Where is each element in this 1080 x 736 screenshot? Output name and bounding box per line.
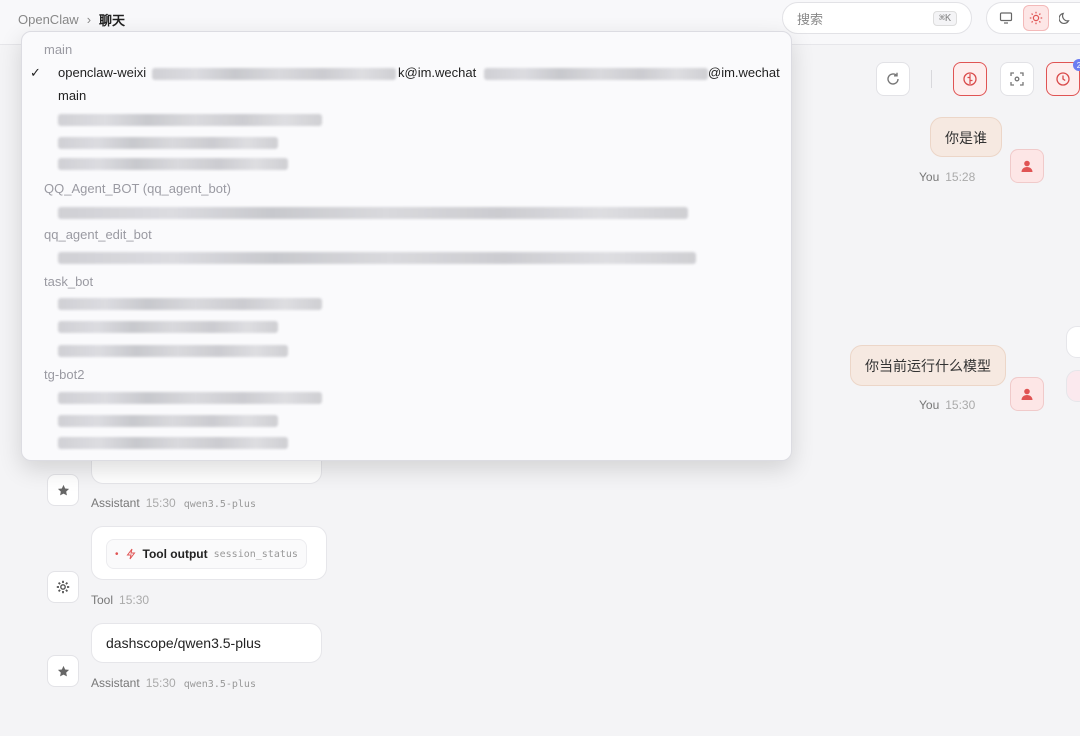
gear-icon	[56, 580, 70, 594]
message-text: 你是谁	[945, 130, 987, 146]
session-select-dropdown[interactable]: main ✓ openclaw-weixi k@im.wechat @im.we…	[21, 31, 792, 461]
message-meta: Assistant 15:30 qwen3.5-plus	[91, 496, 256, 510]
cron-badge: 2	[1073, 59, 1080, 71]
brain-icon	[963, 72, 977, 86]
cron-jobs-button[interactable]: 2	[1046, 59, 1080, 96]
sender-name: Assistant	[91, 496, 140, 510]
redacted-option[interactable]	[58, 392, 322, 404]
group-label: task_bot	[44, 274, 94, 289]
option-text: k@im.wechat	[398, 65, 477, 80]
redacted-option[interactable]	[58, 345, 288, 357]
sender-name: Tool	[91, 593, 114, 607]
assistant-avatar	[47, 474, 79, 506]
toolbar-divider	[931, 70, 932, 88]
sun-icon[interactable]	[1023, 5, 1049, 31]
message-text: dashscope/qwen3.5-plus	[106, 635, 261, 651]
redacted-option[interactable]	[58, 298, 322, 310]
tool-message: • Tool output session_status	[91, 526, 327, 580]
group-label: tg-bot2	[44, 367, 85, 382]
search-shortcut: ⌘K	[932, 10, 957, 26]
sender-name: Assistant	[91, 676, 140, 690]
option-text: @im.wechat	[708, 65, 780, 80]
sender-name: You	[919, 170, 940, 184]
search-input[interactable]: 搜索 ⌘K	[782, 2, 972, 34]
assistant-avatar	[47, 655, 79, 687]
redacted-option[interactable]	[58, 158, 288, 170]
message-text: 你当前运行什么模型	[865, 358, 991, 374]
message-time: 15:30	[145, 496, 176, 510]
star-icon	[57, 484, 69, 495]
thinking-toggle-button[interactable]	[953, 62, 987, 96]
monitor-icon[interactable]	[993, 5, 1019, 31]
focus-mode-button[interactable]	[1000, 62, 1034, 96]
user-message: 你当前运行什么模型	[850, 345, 1006, 386]
user-avatar	[1010, 377, 1044, 411]
redacted-option[interactable]	[58, 137, 278, 149]
redacted-option[interactable]	[58, 415, 278, 427]
check-icon: ✓	[30, 65, 41, 80]
message-meta: You 15:30	[919, 398, 975, 412]
user-message: 你是谁	[930, 117, 1002, 157]
user-avatar	[1010, 149, 1044, 183]
breadcrumb-root[interactable]: OpenClaw	[18, 12, 79, 27]
group-label: qq_agent_edit_bot	[44, 227, 152, 242]
lightning-icon	[126, 548, 136, 560]
user-icon	[1021, 388, 1033, 400]
message-time: 15:28	[945, 170, 976, 184]
group-label: QQ_Agent_BOT (qq_agent_bot)	[44, 181, 231, 196]
sender-name: You	[919, 398, 940, 412]
redacted-option[interactable]	[58, 437, 288, 449]
assistant-message: dashscope/qwen3.5-plus	[91, 623, 322, 663]
session-option[interactable]: main	[58, 88, 791, 103]
session-option-selected[interactable]: ✓ openclaw-weixi k@im.wechat @im.wechat	[22, 65, 791, 85]
breadcrumb: OpenClaw › 聊天	[18, 10, 125, 29]
tool-label: Tool output	[142, 547, 208, 561]
side-handle[interactable]	[1066, 370, 1080, 402]
redacted-option[interactable]	[58, 252, 696, 264]
message-time: 15:30	[145, 676, 176, 690]
message-meta: You 15:28	[919, 170, 975, 184]
redacted-text	[484, 68, 708, 80]
group-label: main	[44, 42, 73, 57]
option-text: openclaw-weixi	[58, 65, 147, 80]
tool-avatar	[47, 571, 79, 603]
breadcrumb-separator: ›	[86, 12, 92, 27]
model-tag: qwen3.5-plus	[183, 679, 256, 690]
refresh-button[interactable]	[876, 62, 910, 96]
search-placeholder: 搜索	[797, 11, 824, 27]
message-time: 15:30	[945, 398, 976, 412]
tool-name: session_status	[213, 548, 298, 560]
refresh-icon	[887, 72, 899, 85]
message-meta: Tool 15:30	[91, 593, 149, 607]
breadcrumb-current: 聊天	[99, 13, 126, 28]
redacted-text	[152, 68, 396, 80]
tool-output-chip[interactable]: • Tool output session_status	[106, 539, 307, 569]
redacted-option[interactable]	[58, 207, 688, 219]
side-handle[interactable]	[1066, 326, 1080, 358]
focus-icon	[1010, 72, 1024, 86]
clock-icon	[1056, 72, 1070, 86]
redacted-option[interactable]	[58, 321, 278, 333]
message-time: 15:30	[119, 593, 150, 607]
redacted-option[interactable]	[58, 114, 322, 126]
user-icon	[1021, 160, 1033, 172]
message-meta: Assistant 15:30 qwen3.5-plus	[91, 676, 256, 690]
star-icon	[57, 665, 69, 676]
model-tag: qwen3.5-plus	[183, 499, 256, 510]
moon-icon[interactable]	[1053, 5, 1079, 31]
theme-switcher	[986, 2, 1080, 34]
